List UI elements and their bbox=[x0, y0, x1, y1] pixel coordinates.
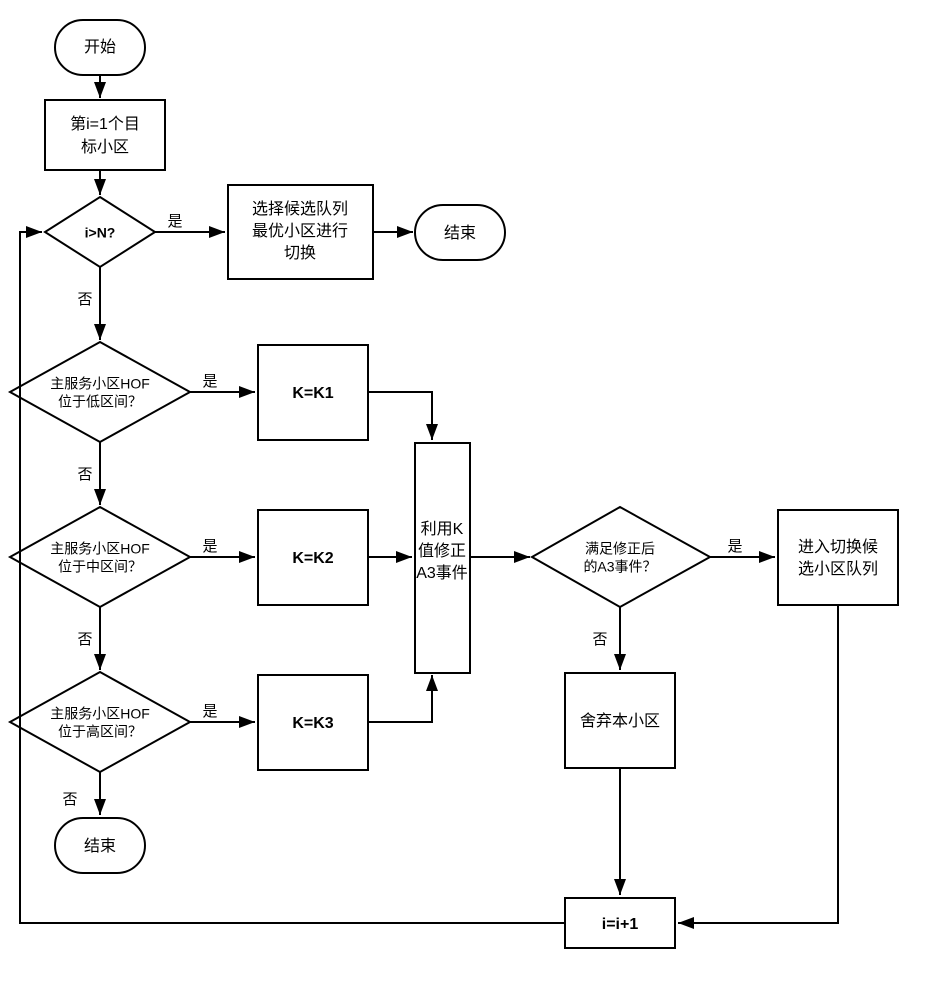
select-l2: 最优小区进行 bbox=[252, 222, 348, 240]
yes-4: 是 bbox=[202, 703, 217, 720]
end1-label: 结束 bbox=[444, 224, 476, 242]
d1-l2: 位于低区间？ bbox=[58, 394, 142, 410]
d3-high: 主服务小区HOF 位于高区间？ bbox=[10, 672, 190, 772]
k2-node: K=K2 bbox=[258, 510, 368, 605]
d3-l2: 位于高区间？ bbox=[58, 724, 142, 740]
init-l2: 标小区 bbox=[81, 138, 129, 156]
select-best-node: 选择候选队列 最优小区进行 切换 bbox=[228, 185, 373, 279]
d2-mid: 主服务小区HOF 位于中区间？ bbox=[10, 507, 190, 607]
no-2: 否 bbox=[77, 466, 92, 483]
start-node: 开始 bbox=[55, 20, 145, 75]
init-l1: 第i=1个目 bbox=[70, 115, 140, 133]
k1-label: K=K1 bbox=[292, 385, 333, 402]
no-3: 否 bbox=[77, 631, 92, 648]
d2-l1: 主服务小区HOF bbox=[50, 541, 150, 557]
correct-l2: 值修正 bbox=[418, 542, 466, 560]
correct-l1: 利用K bbox=[421, 520, 464, 538]
discard-node: 舍弃本小区 bbox=[565, 673, 675, 768]
end2-label: 结束 bbox=[84, 837, 116, 855]
k2-label: K=K2 bbox=[292, 550, 333, 567]
no-4: 否 bbox=[62, 791, 77, 808]
d1-low: 主服务小区HOF 位于低区间？ bbox=[10, 342, 190, 442]
discard-label: 舍弃本小区 bbox=[580, 712, 660, 730]
increment-node: i=i+1 bbox=[565, 898, 675, 948]
start-label: 开始 bbox=[84, 38, 116, 56]
no-1: 否 bbox=[77, 291, 92, 308]
select-l3: 切换 bbox=[284, 244, 316, 262]
k1-node: K=K1 bbox=[258, 345, 368, 440]
end2-node: 结束 bbox=[55, 818, 145, 873]
enter-queue-node: 进入切换候 选小区队列 bbox=[778, 510, 898, 605]
no-5: 否 bbox=[592, 631, 607, 648]
select-l1: 选择候选队列 bbox=[252, 200, 348, 218]
d2-l2: 位于中区间？ bbox=[58, 559, 142, 575]
yes-2: 是 bbox=[202, 373, 217, 390]
yes-5: 是 bbox=[727, 538, 742, 555]
d1-l1: 主服务小区HOF bbox=[50, 376, 150, 392]
flowchart: 开始 第i=1个目 标小区 i>N? 是 选择候选队列 最优小区进行 切换 结束… bbox=[0, 0, 926, 1000]
satisfy-l1: 满足修正后 bbox=[585, 541, 655, 557]
yes-1: 是 bbox=[167, 213, 182, 230]
loop-label: i>N? bbox=[85, 225, 116, 241]
satisfy-a3: 满足修正后 的A3事件？ bbox=[532, 507, 710, 607]
k3-label: K=K3 bbox=[292, 715, 333, 732]
loop-condition: i>N? bbox=[45, 197, 155, 267]
d3-l1: 主服务小区HOF bbox=[50, 706, 150, 722]
correct-a3-node: 利用K 值修正 A3事件 bbox=[415, 443, 470, 673]
enter-l1: 进入切换候 bbox=[798, 538, 878, 556]
end1-node: 结束 bbox=[415, 205, 505, 260]
enter-l2: 选小区队列 bbox=[798, 560, 878, 578]
yes-3: 是 bbox=[202, 538, 217, 555]
satisfy-l2: 的A3事件？ bbox=[583, 559, 656, 575]
init-node: 第i=1个目 标小区 bbox=[45, 100, 165, 170]
increment-label: i=i+1 bbox=[602, 916, 639, 933]
correct-l3: A3事件 bbox=[416, 564, 468, 582]
k3-node: K=K3 bbox=[258, 675, 368, 770]
